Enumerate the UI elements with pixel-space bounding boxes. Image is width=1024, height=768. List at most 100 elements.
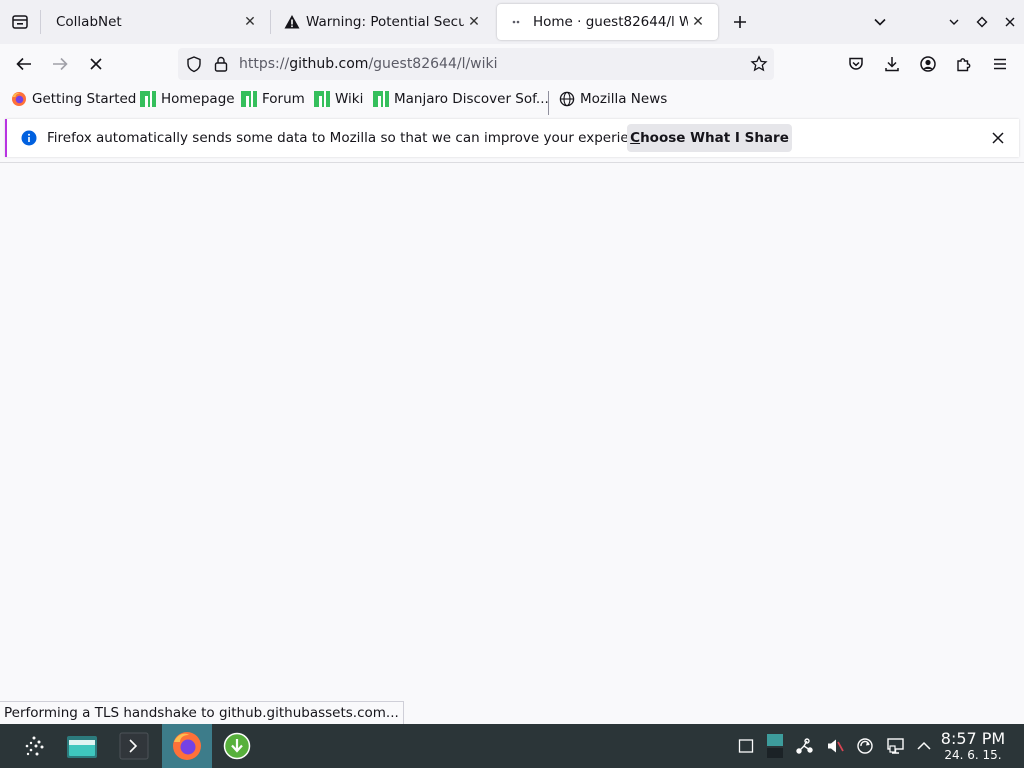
bookmark-homepage[interactable]: Homepage [140, 89, 235, 109]
forward-arrow-icon [53, 57, 68, 71]
taskbar-software-updater[interactable] [215, 726, 259, 766]
data-reporting-notification: Firefox automatically sends some data to… [5, 119, 1019, 157]
close-icon [992, 132, 1004, 144]
url-scheme: https:// [239, 56, 290, 72]
bookmark-forum[interactable]: Forum [241, 89, 305, 109]
download-arrow-icon [223, 732, 251, 760]
stop-icon [90, 58, 102, 70]
tab-github-wiki[interactable]: Home · guest82644/l Wiki ✕ [497, 4, 718, 40]
tab-title: Warning: Potential Security Risk Ahead [306, 14, 464, 30]
tab-security-warning[interactable]: Warning: Potential Security Risk Ahead ✕ [270, 0, 494, 44]
window-minimize-button[interactable] [940, 0, 968, 44]
choose-what-i-share-button[interactable]: Choose What I Share [627, 124, 792, 152]
bookmark-getting-started[interactable]: Getting Started [11, 89, 136, 109]
chevron-up-icon [917, 741, 931, 750]
notification-close-button[interactable] [987, 127, 1009, 149]
bookmark-label: Getting Started [32, 91, 137, 107]
new-tab-button[interactable] [726, 0, 754, 44]
loading-icon [512, 20, 520, 24]
window-maximize-button[interactable] [968, 0, 996, 44]
forward-button[interactable] [46, 50, 74, 78]
network-icon [796, 738, 813, 754]
url-bar[interactable]: https://github.com/guest82644/l/wiki [178, 48, 774, 80]
downloads-button[interactable] [878, 50, 906, 78]
bookmark-wiki[interactable]: Wiki [314, 89, 363, 109]
bookmark-label: Manjaro Discover Sof... [394, 91, 549, 107]
show-desktop-button[interactable] [733, 732, 759, 760]
launcher-icon [25, 736, 44, 756]
close-icon[interactable]: ✕ [240, 12, 260, 32]
tab-collabnet[interactable]: CollabNet ✕ [42, 0, 270, 44]
virtual-desktop-pager[interactable] [762, 732, 788, 760]
bookmark-label: Mozilla News [580, 91, 668, 107]
url-host: github.com [289, 56, 369, 72]
display-icon [887, 738, 904, 754]
button-access-key: C [630, 130, 641, 146]
notification-message: Firefox automatically sends some data to… [47, 130, 658, 146]
tab-overview-button[interactable] [0, 0, 40, 44]
window-close-button[interactable] [996, 0, 1024, 44]
tab-overview-icon [12, 15, 28, 29]
star-icon[interactable] [750, 55, 768, 73]
tray-network-manager[interactable] [792, 732, 818, 760]
firefox-icon [12, 92, 26, 106]
button-label: hoose What I Share [640, 130, 789, 146]
maximize-icon [976, 16, 988, 28]
clock-date: 24. 6. 15. [944, 748, 1002, 762]
tab-bar: CollabNet ✕ Warning: Potential Security … [0, 0, 1024, 44]
tray-display[interactable] [883, 732, 909, 760]
hamburger-menu-icon [994, 58, 1006, 70]
account-icon [920, 56, 936, 72]
back-arrow-icon [16, 57, 31, 71]
bookmark-label: Homepage [161, 91, 235, 107]
tray-volume[interactable] [822, 732, 848, 760]
close-icon[interactable]: ✕ [688, 12, 708, 32]
terminal-icon [119, 732, 149, 760]
pocket-button[interactable] [842, 50, 870, 78]
close-icon[interactable]: ✕ [464, 12, 484, 32]
tab-separator [40, 10, 41, 34]
tray-expand-button[interactable] [911, 732, 937, 760]
app-menu-button[interactable] [986, 50, 1014, 78]
puzzle-icon [957, 58, 971, 72]
manjaro-icon [241, 91, 257, 107]
url-path: /guest82644/l/wiki [368, 56, 498, 72]
taskbar-firefox[interactable] [162, 724, 212, 768]
stop-button[interactable] [82, 50, 110, 78]
chevron-down-icon [874, 18, 886, 26]
taskbar-file-manager[interactable] [60, 726, 104, 766]
pocket-icon [849, 57, 863, 70]
bookmark-mozilla-news[interactable]: Mozilla News [559, 89, 667, 109]
manjaro-icon [140, 91, 156, 107]
bookmark-manjaro-discover[interactable]: Manjaro Discover Sof... [373, 89, 549, 109]
tab-title: CollabNet [56, 14, 122, 30]
content-divider [0, 162, 1024, 163]
minimize-icon [949, 19, 959, 25]
shield-icon[interactable] [185, 55, 203, 73]
pager-icon [767, 734, 783, 758]
account-button[interactable] [914, 50, 942, 78]
extensions-button[interactable] [950, 50, 978, 78]
folder-icon [67, 736, 97, 758]
lock-icon[interactable] [213, 55, 229, 73]
bookmarks-toolbar: Getting Started Homepage Forum Wiki Manj… [0, 84, 1024, 115]
manjaro-icon [314, 91, 330, 107]
close-icon [1005, 17, 1015, 27]
application-launcher[interactable] [12, 726, 56, 766]
manjaro-icon [373, 91, 389, 107]
plus-icon [734, 16, 746, 28]
info-icon [21, 130, 37, 146]
digital-clock[interactable]: 8:57 PM 24. 6. 15. [940, 729, 1006, 763]
url-text[interactable]: https://github.com/guest82644/l/wiki [239, 56, 498, 72]
bookmark-label: Wiki [335, 91, 364, 107]
taskbar-terminal[interactable] [112, 726, 156, 766]
list-all-tabs-button[interactable] [866, 0, 894, 44]
clock-time: 8:57 PM [940, 729, 1006, 748]
bookmark-separator [548, 91, 549, 115]
back-button[interactable] [10, 50, 38, 78]
tray-updates[interactable] [852, 732, 878, 760]
taskbar: 8:57 PM 24. 6. 15. [0, 724, 1024, 768]
volume-muted-icon [828, 739, 844, 753]
status-panel: Performing a TLS handshake to github.git… [0, 701, 404, 725]
bookmark-label: Forum [262, 91, 305, 107]
